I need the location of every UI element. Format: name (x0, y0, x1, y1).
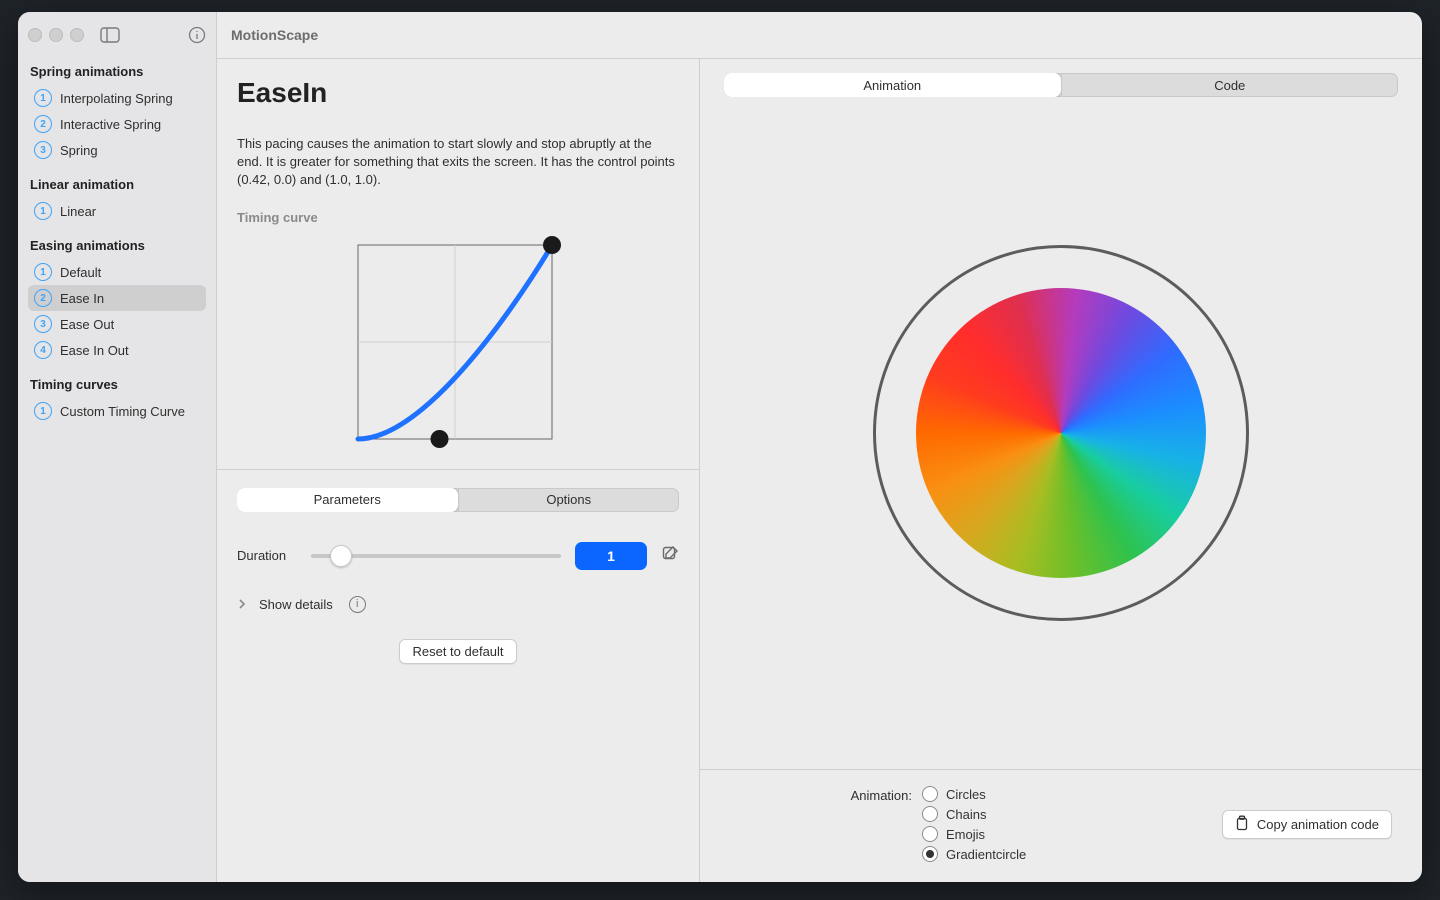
group-title: Easing animations (30, 238, 206, 253)
sidebar-item-ease-in[interactable]: 2 Ease In (28, 285, 206, 311)
radio-chains[interactable]: Chains (922, 806, 1026, 822)
copy-code-label: Copy animation code (1257, 817, 1379, 832)
tab-parameters[interactable]: Parameters (237, 488, 458, 512)
timing-curve-chart (237, 235, 679, 455)
reset-button[interactable]: Reset to default (399, 639, 516, 664)
edit-icon[interactable] (661, 545, 679, 566)
item-badge: 3 (34, 315, 52, 333)
radio-label: Circles (946, 787, 986, 802)
detail-scroll-top: EaseIn This pacing causes the animation … (217, 59, 699, 469)
tab-animation[interactable]: Animation (724, 73, 1061, 97)
copy-code-button[interactable]: Copy animation code (1222, 810, 1392, 839)
sidebar-item-label: Custom Timing Curve (60, 404, 185, 419)
group-title: Linear animation (30, 177, 206, 192)
item-badge: 1 (34, 202, 52, 220)
detail-parameters-panel: Parameters Options Duration 1 (217, 469, 699, 684)
item-badge: 1 (34, 89, 52, 107)
sidebar-content: Spring animations 1 Interpolating Spring… (18, 58, 216, 424)
window-minimize-button[interactable] (49, 28, 63, 42)
timing-curve-label: Timing curve (237, 210, 679, 225)
page-description: This pacing causes the animation to star… (237, 135, 679, 190)
radio-icon (922, 826, 938, 842)
preview-ring (873, 245, 1249, 621)
radio-icon (922, 806, 938, 822)
group-title: Timing curves (30, 377, 206, 392)
window-maximize-button[interactable] (70, 28, 84, 42)
preview-canvas (700, 97, 1422, 770)
sidebar-item-interactive-spring[interactable]: 2 Interactive Spring (28, 111, 206, 137)
preview-tabs: Animation Code (724, 73, 1398, 97)
app-window: Spring animations 1 Interpolating Spring… (18, 12, 1422, 882)
item-badge: 2 (34, 289, 52, 307)
preview-tab-bar: Animation Code (700, 59, 1422, 97)
detail-column: EaseIn This pacing causes the animation … (217, 59, 700, 882)
radio-gradientcircle[interactable]: Gradientcircle (922, 846, 1026, 862)
duration-value[interactable]: 1 (575, 542, 647, 570)
sidebar-item-label: Interpolating Spring (60, 91, 173, 106)
sidebar-item-ease-out[interactable]: 3 Ease Out (28, 311, 206, 337)
page-title: EaseIn (237, 77, 679, 109)
item-badge: 2 (34, 115, 52, 133)
sidebar-item-ease-in-out[interactable]: 4 Ease In Out (28, 337, 206, 363)
radio-circles[interactable]: Circles (922, 786, 1026, 802)
group-title: Spring animations (30, 64, 206, 79)
info-icon[interactable]: i (349, 596, 366, 613)
animation-type-group: Animation: Circles Chains (840, 786, 1026, 862)
duration-slider[interactable] (311, 546, 561, 566)
show-details-label: Show details (259, 597, 333, 612)
window-title: MotionScape (217, 12, 1422, 59)
item-badge: 1 (34, 402, 52, 420)
window-close-button[interactable] (28, 28, 42, 42)
animation-type-label: Animation: (840, 786, 912, 803)
sidebar-item-label: Ease Out (60, 317, 114, 332)
sidebar-toggle-icon[interactable] (100, 27, 120, 43)
two-column-body: EaseIn This pacing causes the animation … (217, 59, 1422, 882)
reset-button-label: Reset to default (412, 644, 503, 659)
radio-label: Chains (946, 807, 986, 822)
radio-icon (922, 846, 938, 862)
radio-label: Emojis (946, 827, 985, 842)
clipboard-icon (1235, 815, 1249, 834)
sidebar-item-spring[interactable]: 3 Spring (28, 137, 206, 163)
sidebar-item-label: Ease In Out (60, 343, 129, 358)
sidebar: Spring animations 1 Interpolating Spring… (18, 12, 217, 882)
chevron-right-icon (237, 597, 247, 612)
preview-column: Animation Code Animation: (700, 59, 1422, 882)
item-badge: 3 (34, 141, 52, 159)
sidebar-item-label: Spring (60, 143, 98, 158)
sidebar-item-interpolating-spring[interactable]: 1 Interpolating Spring (28, 85, 206, 111)
app-title: MotionScape (231, 27, 318, 43)
item-badge: 1 (34, 263, 52, 281)
slider-thumb[interactable] (330, 545, 352, 567)
duration-label: Duration (237, 548, 297, 563)
preview-controls: Animation: Circles Chains (700, 770, 1422, 882)
preview-gradient-circle (916, 288, 1206, 578)
radio-label: Gradientcircle (946, 847, 1026, 862)
sidebar-item-label: Interactive Spring (60, 117, 161, 132)
tab-code[interactable]: Code (1061, 73, 1399, 97)
sidebar-item-custom-timing-curve[interactable]: 1 Custom Timing Curve (28, 398, 206, 424)
sidebar-item-linear[interactable]: 1 Linear (28, 198, 206, 224)
info-icon[interactable] (188, 26, 206, 44)
titlebar (18, 12, 216, 58)
radio-emojis[interactable]: Emojis (922, 826, 1026, 842)
sidebar-item-label: Default (60, 265, 101, 280)
tab-options[interactable]: Options (458, 488, 680, 512)
window-controls[interactable] (28, 28, 84, 42)
item-badge: 4 (34, 341, 52, 359)
detail-tabs: Parameters Options (237, 488, 679, 512)
sidebar-item-label: Ease In (60, 291, 104, 306)
sidebar-item-default[interactable]: 1 Default (28, 259, 206, 285)
show-details-row[interactable]: Show details i (237, 596, 679, 613)
main-content: MotionScape EaseIn This pacing causes th… (217, 12, 1422, 882)
radio-icon (922, 786, 938, 802)
sidebar-item-label: Linear (60, 204, 96, 219)
duration-row: Duration 1 (237, 542, 679, 570)
timing-curve-svg (348, 235, 568, 455)
